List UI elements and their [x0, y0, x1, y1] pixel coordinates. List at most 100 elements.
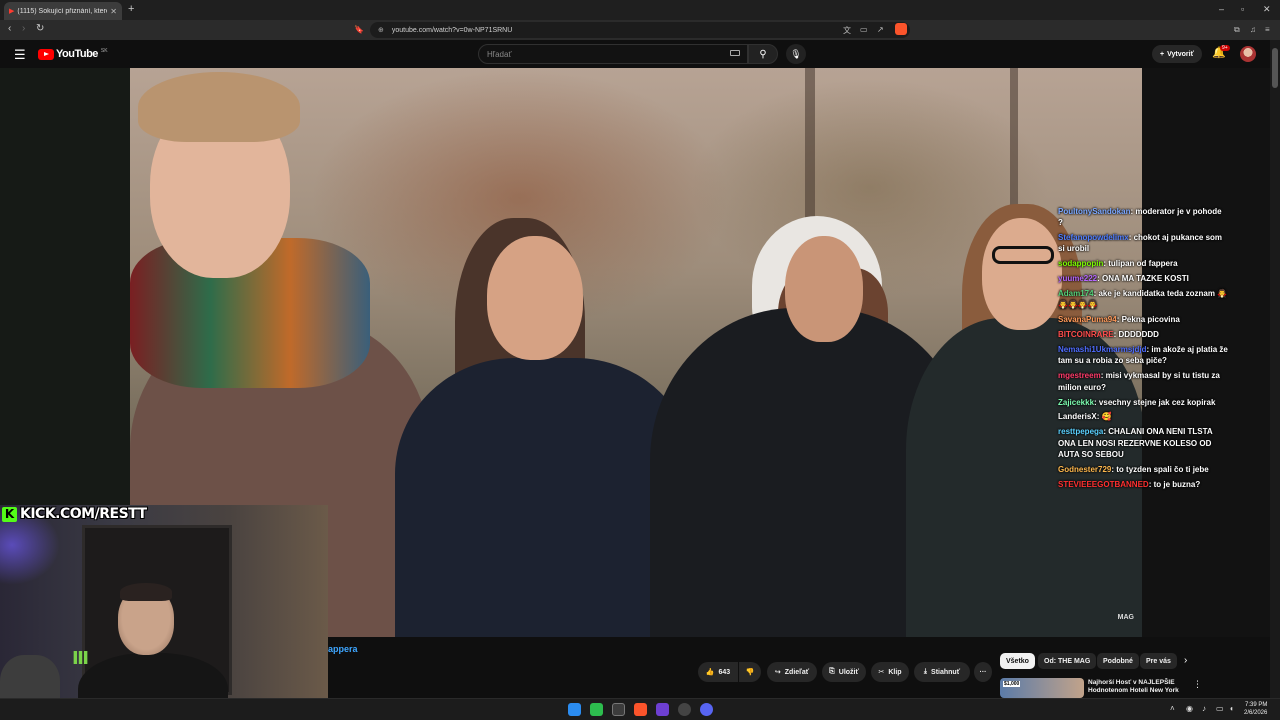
monster-energy-logo: Ⅲ: [72, 648, 90, 668]
cast-icon[interactable]: ▭: [860, 25, 868, 34]
close-tab-icon[interactable]: ✕: [110, 7, 117, 16]
chat-text: vsechny stejne jak cez kopirak: [1098, 397, 1216, 407]
app-icon-green[interactable]: [590, 703, 603, 716]
extensions-icon[interactable]: ⧉: [1234, 25, 1240, 35]
chat-message: sodappopin: tulipan od fappera: [1058, 259, 1178, 269]
taskbar-clock[interactable]: 7:39 PM 2/6/2026: [1244, 701, 1267, 717]
chip-related[interactable]: Podobné: [1097, 653, 1139, 669]
menu-icon[interactable]: ☰: [14, 47, 26, 63]
chat-message: SavanaPuma94: Pekna picovina: [1058, 315, 1180, 325]
app-icon-terminal[interactable]: [612, 703, 625, 716]
tray-mic-icon[interactable]: ♪: [1202, 704, 1206, 713]
address-bar[interactable]: ⊕ youtube.com/watch?v=0w-NP71SRNU: [370, 22, 910, 38]
like-button[interactable]: 👍 643: [698, 662, 738, 682]
streamer-hair: [120, 583, 172, 601]
app-icon-circle[interactable]: [678, 703, 691, 716]
voice-search-button[interactable]: 🎙: [786, 44, 806, 64]
browser-tab[interactable]: ▶ (1115) Šokující přiznání, které ✕: [4, 2, 122, 20]
share-button[interactable]: ↪ Zdieľať: [767, 662, 817, 682]
reload-icon[interactable]: ↻: [36, 23, 44, 34]
browser-toolbar: ‹ › ↻ 🔖 ⊕ youtube.com/watch?v=0w-NP71SRN…: [0, 20, 1280, 40]
bookmark-save-icon: ⎘: [829, 668, 835, 675]
site-info-icon[interactable]: ⊕: [378, 26, 384, 34]
account-avatar[interactable]: [1240, 46, 1256, 62]
chat-text: to je buzna?: [1153, 479, 1201, 489]
country-code: SK: [100, 48, 108, 54]
close-window-button[interactable]: ✕: [1263, 4, 1271, 15]
download-icon: ⤓: [923, 668, 928, 675]
share-label: Zdieľať: [784, 668, 810, 676]
tray-chevron-icon[interactable]: ˄: [1170, 704, 1175, 713]
volume-icon[interactable]: ◖: [1229, 704, 1234, 713]
recommendation-title[interactable]: Najhorší Hosť v NAJLEPŠIE Hodnotenom Hot…: [1088, 679, 1188, 695]
url-text: youtube.com/watch?v=0w-NP71SRNU: [391, 26, 513, 34]
left-letterbox: [0, 68, 130, 508]
maximize-window-button[interactable]: ▫: [1241, 4, 1244, 14]
youtube-play-icon: [38, 48, 54, 60]
network-icon[interactable]: ▭: [1216, 704, 1224, 713]
video-title-fragment[interactable]: appera: [328, 644, 358, 654]
search-input[interactable]: Hľadať: [478, 44, 748, 64]
new-tab-button[interactable]: +: [128, 3, 134, 15]
chat-username: SavanaPuma94: [1058, 315, 1117, 325]
page-scrollbar[interactable]: [1270, 40, 1280, 698]
chat-username: PoultonySandokan: [1058, 207, 1131, 216]
youtube-wordmark: YouTube: [56, 48, 98, 60]
minimize-window-button[interactable]: –: [1219, 4, 1224, 14]
scrollbar-thumb[interactable]: [1272, 48, 1278, 88]
chat-text: Pekna picovina: [1121, 315, 1180, 325]
chat-username: Adam174: [1058, 289, 1094, 299]
recommendation-menu-icon[interactable]: ⋮: [1193, 679, 1202, 690]
brave-shields-icon[interactable]: [895, 23, 907, 35]
create-button[interactable]: + Vytvoriť: [1152, 45, 1202, 63]
translate-icon[interactable]: 文: [843, 25, 851, 36]
share-icon: ↪: [774, 669, 781, 676]
kick-url: KICK.COM/RESTT: [20, 506, 147, 522]
windows-taskbar: ˄ ◉ ♪ ▭ ◖ 7:39 PM 2/6/2026: [0, 698, 1280, 720]
chat-message: Stefanopowdelimx: chokot aj pukance som …: [1058, 233, 1223, 254]
download-button[interactable]: ⤓ Stiahnuť: [914, 662, 970, 682]
clip-button[interactable]: ✂ Klip: [871, 662, 909, 682]
share-page-icon[interactable]: ↗: [877, 25, 884, 34]
chat-message: Nemashi1Ukmarmsjdjd: im akože aj platia …: [1058, 345, 1228, 366]
chevron-right-icon[interactable]: ›: [1184, 655, 1187, 666]
chat-message: STEVIEEEGOTBANNED: to je buzna?: [1058, 479, 1201, 489]
chat-username: STEVIEEEGOTBANNED: [1058, 479, 1149, 489]
tray-app-icon[interactable]: ◉: [1186, 704, 1193, 713]
app-icon-purple[interactable]: [656, 703, 669, 716]
microphone-icon: 🎙: [790, 48, 802, 59]
search-button[interactable]: ⚲: [748, 44, 778, 64]
chat-message: Zajicekkk: vsechny stejne jak cez kopira…: [1058, 397, 1216, 407]
chat-text: DDDDDDD: [1118, 330, 1159, 340]
chip-all[interactable]: Všetko: [1000, 653, 1035, 669]
media-icon[interactable]: ♫: [1250, 25, 1256, 34]
chat-message: LanderisX: 🥰: [1058, 412, 1112, 422]
glasses: [992, 246, 1054, 264]
windows-start-icon[interactable]: [568, 703, 581, 716]
chat-text: to tyzden spali čo ti jebe: [1116, 464, 1209, 474]
scissors-icon: ✂: [878, 669, 885, 676]
brave-browser-icon[interactable]: [634, 703, 647, 716]
keyboard-icon[interactable]: [730, 50, 740, 56]
back-icon[interactable]: ‹: [8, 23, 11, 34]
dislike-button[interactable]: 👎: [739, 662, 761, 682]
more-actions-button[interactable]: ···: [974, 662, 992, 682]
chat-text: 🥰: [1101, 412, 1112, 422]
save-button[interactable]: ⎘ Uložiť: [822, 662, 866, 682]
chat-text: ONA MA TAZKE KOSTI: [1102, 274, 1189, 284]
kick-channel-banner: K KICK.COM/RESTT: [2, 505, 147, 523]
bookmark-icon[interactable]: 🔖: [354, 25, 364, 34]
stream-chat-overlay: PoultonySandokan: moderator je v pohode …: [1058, 206, 1228, 494]
thumbs-up-icon: 👍: [705, 669, 715, 676]
browser-menu-icon[interactable]: ≡: [1265, 25, 1270, 34]
thumbs-down-icon: 👎: [745, 669, 755, 676]
recommendation-badge: $1,000: [1003, 681, 1021, 687]
chip-for-you[interactable]: Pre vás: [1140, 653, 1177, 669]
chip-from-channel[interactable]: Od: THE MAG: [1038, 653, 1097, 669]
clock-time: 7:39 PM: [1245, 702, 1268, 708]
forward-icon[interactable]: ›: [22, 23, 25, 34]
chat-username: yuume222: [1058, 274, 1098, 284]
chat-username: BITCOINRARE: [1058, 330, 1114, 340]
youtube-logo[interactable]: YouTube SK: [38, 48, 108, 60]
discord-icon[interactable]: [700, 703, 713, 716]
